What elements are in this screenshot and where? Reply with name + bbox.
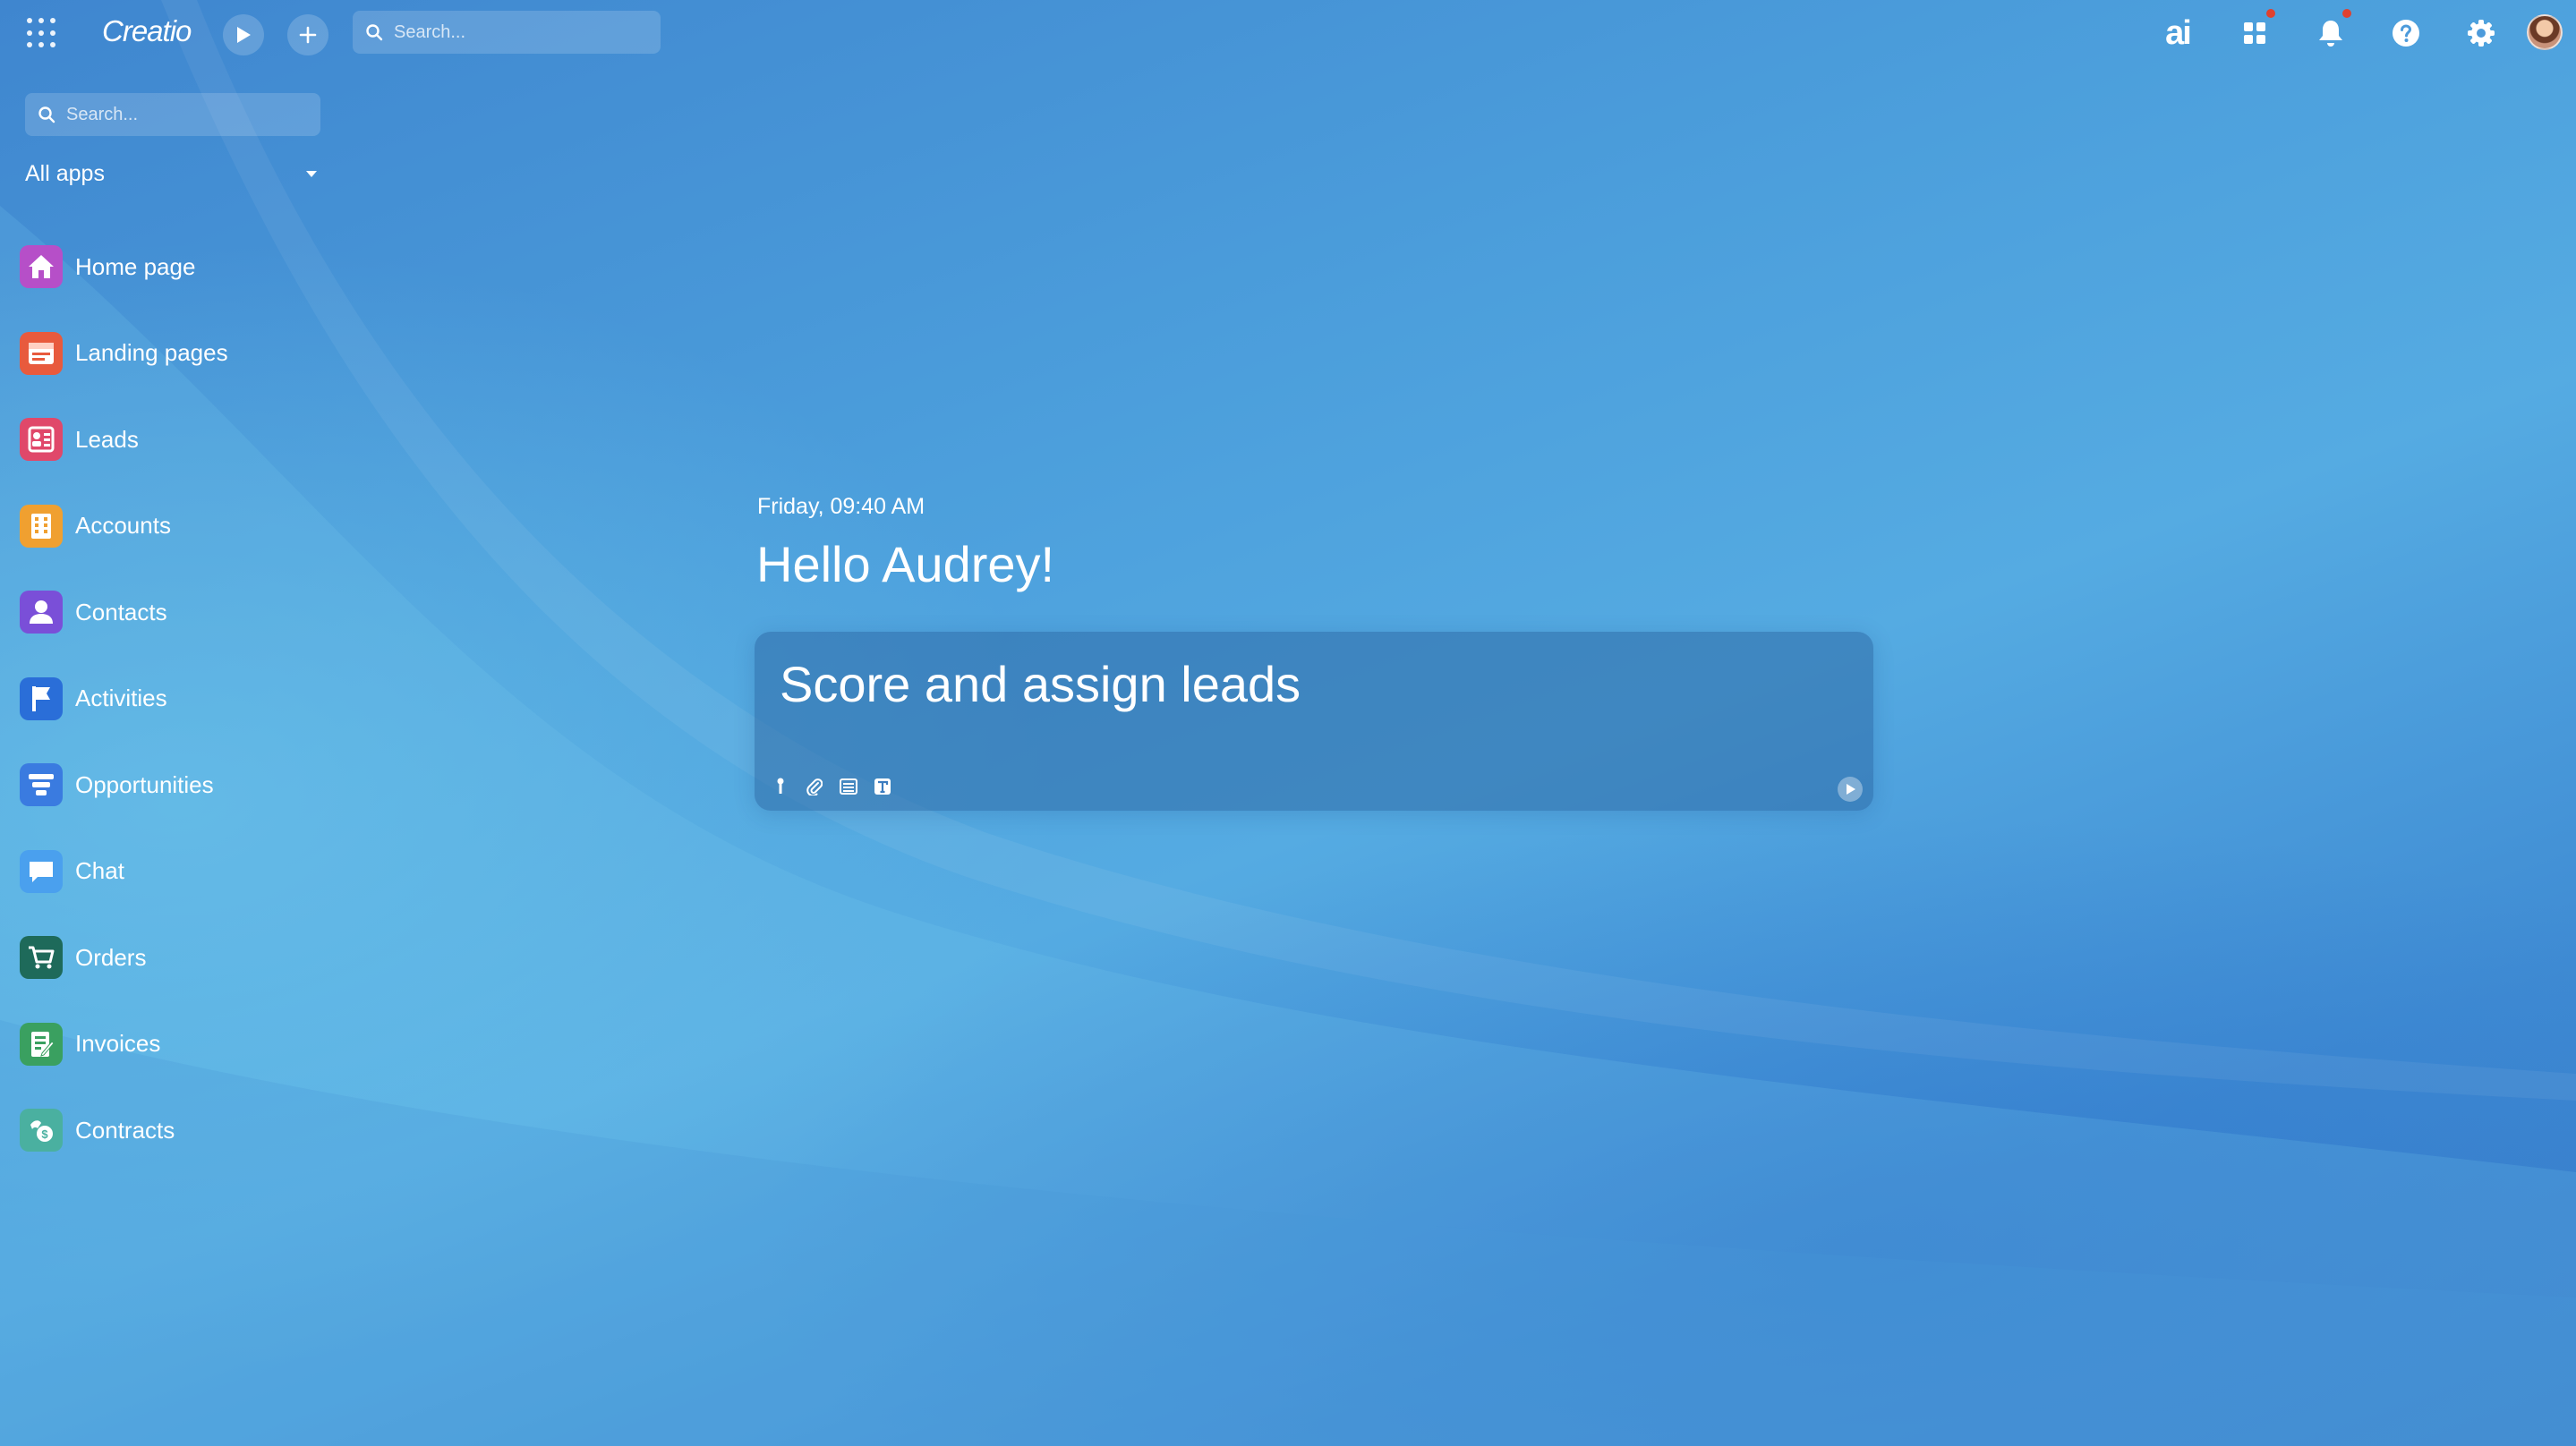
sidebar-item-accounts[interactable]: Accounts [20,483,342,570]
sidebar-item-label: Landing pages [75,339,228,367]
sidebar-search[interactable] [25,93,320,136]
chevron-down-icon [306,170,317,177]
global-search[interactable] [353,11,661,54]
sidebar-search-input[interactable] [66,104,299,125]
chat-icon [20,849,63,893]
apps-grid-icon[interactable] [27,18,57,48]
sidebar-item-activities[interactable]: Activities [20,656,342,743]
sidebar-item-label: Leads [75,425,139,453]
search-icon [38,106,55,123]
help-icon [2393,20,2419,47]
run-process-button[interactable] [223,14,264,55]
leads-icon [20,418,63,462]
play-icon [237,27,251,43]
pin-icon[interactable] [771,777,790,796]
invoice-icon [20,1022,63,1066]
svg-text:$: $ [41,1127,48,1141]
ai-prompt-text[interactable]: Score and assign leads [780,655,1301,713]
sidebar-item-label: Contracts [75,1116,175,1144]
bell-icon [2319,21,2342,47]
sidebar-nav: Home page Landing pages Leads Accounts C… [20,224,342,1174]
global-search-input[interactable] [394,21,627,43]
sidebar-item-orders[interactable]: Orders [20,914,342,1001]
sidebar-item-label: Invoices [75,1030,161,1058]
funnel-icon [20,763,63,807]
apps-filter-label: All apps [25,160,105,186]
flag-icon [20,676,63,720]
send-icon [1847,784,1855,795]
app-hub-button[interactable] [2236,9,2275,52]
sidebar-item-label: Chat [75,857,124,885]
gear-icon [2468,20,2495,47]
sidebar-item-contracts[interactable]: $ Contracts [20,1087,342,1174]
notification-dot [2266,9,2275,18]
text-icon[interactable] [873,777,892,796]
sidebar-item-label: Accounts [75,512,171,540]
top-bar: Creatio ai [0,0,2576,64]
ai-prompt-box[interactable]: Score and assign leads [755,632,1873,811]
apps-filter-dropdown[interactable]: All apps [25,157,320,190]
add-button[interactable] [287,14,328,55]
sidebar-item-chat[interactable]: Chat [20,829,342,915]
sidebar-item-label: Contacts [75,598,167,625]
ai-assistant-button[interactable]: ai [2159,14,2196,52]
person-icon [20,591,63,634]
notifications-button[interactable] [2312,9,2351,52]
building-icon [20,504,63,548]
sidebar-item-home-page[interactable]: Home page [20,224,342,310]
settings-button[interactable] [2462,14,2500,52]
sidebar-item-opportunities[interactable]: Opportunities [20,742,342,829]
landing-page-icon [20,331,63,375]
sidebar-item-label: Activities [75,685,167,712]
home-icon [20,245,63,289]
search-icon [366,24,383,41]
avatar[interactable] [2527,14,2563,50]
send-button[interactable] [1838,777,1863,802]
greeting-heading: Hello Audrey! [756,536,1055,592]
current-datetime: Friday, 09:40 AM [757,494,925,519]
sidebar-item-leads[interactable]: Leads [20,396,342,483]
plus-icon [299,26,317,44]
notification-dot [2342,9,2351,18]
cart-icon [20,936,63,980]
list-icon[interactable] [839,777,858,796]
help-button[interactable] [2387,14,2425,52]
sidebar-item-label: Orders [75,943,147,971]
contract-icon: $ [20,1109,63,1153]
paperclip-icon[interactable] [805,777,824,796]
sidebar-item-label: Home page [75,252,196,280]
app-hub-icon [2244,22,2265,44]
sidebar-item-contacts[interactable]: Contacts [20,569,342,656]
sidebar-item-landing-pages[interactable]: Landing pages [20,310,342,397]
sidebar-item-invoices[interactable]: Invoices [20,1001,342,1088]
creatio-logo: Creatio [102,14,192,47]
ai-icon: ai [2165,13,2192,52]
sidebar-item-label: Opportunities [75,770,214,798]
prompt-toolbar [771,777,892,796]
